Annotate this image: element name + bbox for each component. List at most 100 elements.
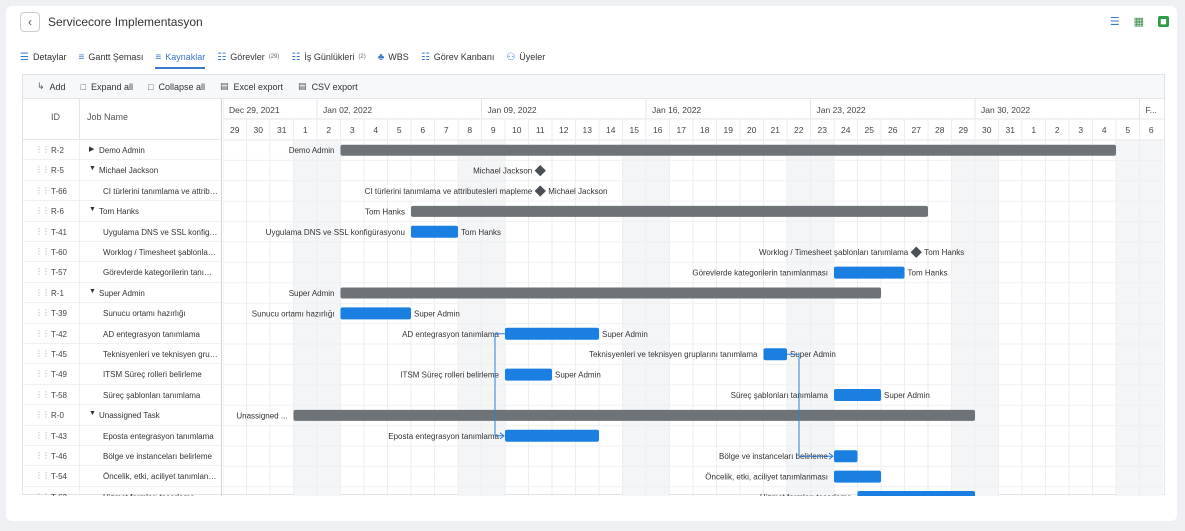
day-label: 4 — [1102, 125, 1107, 135]
csv-export-button[interactable]: ▤ CSV export — [298, 81, 358, 92]
expand-icon: □ — [80, 81, 86, 92]
bar-left-label: Eposta entegrasyon tanımlama — [388, 432, 499, 441]
milestone-marker[interactable] — [534, 164, 546, 177]
drag-handle-icon[interactable]: ⋮⋮ — [35, 247, 50, 256]
row-id: T-39 — [51, 309, 68, 319]
day-label: 23 — [818, 125, 828, 135]
table-row[interactable]: ⋮⋮ T-42 AD entegrasyon tanımlama — [23, 323, 221, 344]
table-row[interactable]: ⋮⋮ T-39 Sunucu ortamı hazırlığı — [23, 303, 221, 324]
save-icon[interactable]: ■ — [1158, 16, 1169, 28]
tab-5[interactable]: ♣ WBS — [378, 46, 409, 68]
milestone-marker[interactable] — [910, 246, 922, 258]
summary-bar[interactable] — [340, 144, 1117, 156]
drag-handle-icon[interactable]: ⋮⋮ — [35, 186, 50, 195]
task-bar[interactable] — [834, 470, 881, 483]
collapse-icon[interactable]: ▼ — [89, 410, 96, 417]
collapse-icon[interactable]: ▼ — [89, 206, 96, 213]
drag-handle-icon[interactable]: ⋮⋮ — [35, 227, 50, 236]
spreadsheet-icon[interactable]: ▦ — [1134, 16, 1144, 28]
tab-1[interactable]: ≡ Gantt Şeması — [78, 46, 143, 68]
expand-icon[interactable]: ▶ — [89, 145, 94, 153]
tab-7[interactable]: ⚇ Üyeler — [506, 46, 545, 68]
expand-all-button[interactable]: □ Expand all — [81, 82, 133, 92]
table-row[interactable]: ⋮⋮ T-58 Süreç şablonları tanımlama — [23, 384, 221, 406]
tab-3[interactable]: ☷ Görevler (29) — [217, 46, 279, 68]
drag-handle-icon[interactable]: ⋮⋮ — [35, 390, 50, 399]
collapse-all-button[interactable]: □ Collapse all — [148, 82, 205, 92]
table-row[interactable]: ⋮⋮ T-66 CI türlerini tanımlama ve attribut… — [23, 180, 221, 202]
day-label: 19 — [724, 125, 734, 135]
table-row[interactable]: ⋮⋮ T-49 ITSM Süreç rolleri belirleme — [23, 364, 221, 385]
table-row[interactable]: ⋮⋮ R-0 ▼ Unassigned Task — [23, 405, 221, 426]
table-row[interactable]: ⋮⋮ T-57 Görevlerde kategorilerin tanımlan.… — [23, 262, 221, 283]
drag-handle-icon[interactable]: ⋮⋮ — [35, 267, 50, 276]
week-label: Dec 29, 2021 — [229, 105, 280, 115]
table-row[interactable]: ⋮⋮ R-5 ▼ Michael Jackson — [23, 160, 221, 181]
drag-handle-icon[interactable]: ⋮⋮ — [35, 329, 50, 338]
task-bar[interactable] — [763, 348, 788, 361]
day-label: 15 — [630, 125, 640, 135]
table-row[interactable]: ⋮⋮ R-2 ▶ Demo Admin — [23, 140, 221, 161]
week-label: Jan 09, 2022 — [488, 105, 537, 115]
add-button[interactable]: ↳ Add — [37, 81, 66, 92]
table-row[interactable]: ⋮⋮ R-6 ▼ Tom Hanks — [23, 201, 221, 222]
table-row[interactable]: ⋮⋮ T-60 Worklog / Timesheet şablonları t..… — [23, 242, 221, 263]
milestone-marker[interactable] — [534, 185, 546, 197]
task-bar[interactable] — [505, 327, 599, 340]
collapse-icon[interactable]: ▼ — [89, 165, 96, 172]
row-name: Görevlerde kategorilerin tanımlan... — [103, 268, 218, 278]
task-bar[interactable] — [340, 307, 412, 320]
column-header-id[interactable]: ID — [51, 112, 60, 122]
table-row[interactable]: ⋮⋮ T-54 Öncelik, etki, aciliyet tanımlanma… — [23, 466, 221, 487]
summary-bar[interactable] — [293, 409, 976, 421]
table-row[interactable]: ⋮⋮ R-1 ▼ Super Admin — [23, 282, 221, 304]
drag-handle-icon[interactable]: ⋮⋮ — [35, 471, 50, 480]
table-row[interactable]: ⋮⋮T-63 Hizmet formları tasarlama — [23, 486, 221, 496]
weekend-column — [975, 140, 999, 496]
day-label: 3 — [350, 125, 355, 135]
drag-handle-icon[interactable]: ⋮⋮ — [35, 492, 50, 496]
drag-handle-icon[interactable]: ⋮⋮ — [35, 451, 50, 460]
column-header-job-name[interactable]: Job Name — [87, 112, 128, 122]
drag-handle-icon[interactable]: ⋮⋮ — [35, 369, 50, 378]
excel-export-button[interactable]: ▤ Excel export — [220, 81, 283, 92]
task-bar[interactable] — [505, 368, 552, 381]
drag-handle-icon[interactable]: ⋮⋮ — [35, 431, 50, 440]
tab-4[interactable]: ☷ İş Günlükleri (2) — [291, 46, 365, 68]
table-row[interactable]: ⋮⋮ T-41 Uygulama DNS ve SSL konfigür... — [23, 221, 221, 242]
drag-handle-icon[interactable]: ⋮⋮ — [35, 145, 50, 154]
task-bar[interactable] — [834, 266, 905, 279]
tab-2[interactable]: ≡ Kaynaklar — [155, 46, 205, 69]
drag-handle-icon[interactable]: ⋮⋮ — [35, 349, 50, 358]
tab-0[interactable]: ☰ Detaylar — [20, 46, 66, 68]
row-name: Teknisyenleri ve teknisyen grupla... — [103, 350, 218, 359]
bar-left-label: Super Admin — [289, 289, 335, 298]
drag-handle-icon[interactable]: ⋮⋮ — [35, 288, 50, 297]
back-button[interactable]: ‹ — [20, 12, 40, 32]
summary-bar[interactable] — [340, 287, 882, 299]
tab-label: Görev Kanbanı — [433, 52, 495, 62]
task-bar[interactable] — [857, 491, 976, 496]
day-label: 24 — [841, 125, 851, 135]
summary-bar[interactable] — [411, 205, 928, 217]
drag-handle-icon[interactable]: ⋮⋮ — [35, 410, 50, 419]
day-label: 10 — [512, 125, 522, 135]
task-bar[interactable] — [834, 389, 881, 401]
row-id: T-54 — [51, 472, 68, 482]
drag-handle-icon[interactable]: ⋮⋮ — [35, 165, 50, 174]
table-row[interactable]: ⋮⋮ T-43 Eposta entegrasyon tanımlama — [23, 425, 221, 446]
worklog-icon: ☷ — [291, 51, 301, 63]
task-bar[interactable] — [411, 225, 458, 238]
drag-handle-icon[interactable]: ⋮⋮ — [35, 206, 50, 215]
tab-6[interactable]: ☷ Görev Kanbanı — [421, 46, 495, 68]
collapse-icon[interactable]: ▼ — [89, 288, 96, 295]
task-bar[interactable] — [834, 450, 858, 463]
table-row[interactable]: ⋮⋮ T-45 Teknisyenleri ve teknisyen grupla.… — [23, 344, 221, 365]
drag-handle-icon[interactable]: ⋮⋮ — [35, 308, 50, 317]
task-bar[interactable] — [505, 429, 599, 442]
table-row[interactable]: ⋮⋮ T-46 Bölge ve instanceları belirleme — [23, 446, 221, 467]
gantt-svg: Dec 29, 2021 Jan 02, 2022 Jan 09, 2022 Jan … — [223, 99, 1165, 496]
list-view-icon[interactable]: ☰ — [1110, 16, 1120, 28]
week-label: Jan 16, 2022 — [652, 105, 701, 115]
day-label: 31 — [277, 125, 287, 135]
